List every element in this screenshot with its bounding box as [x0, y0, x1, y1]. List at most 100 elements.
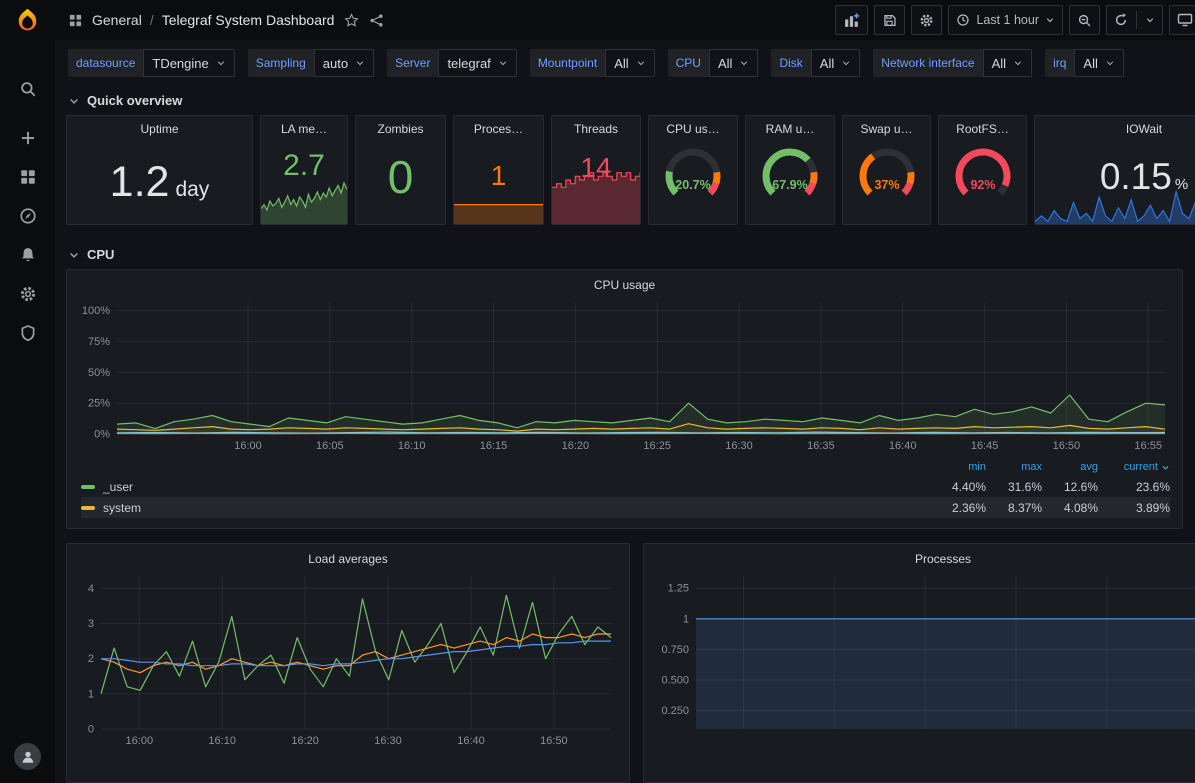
stat-value: 0 [388, 150, 414, 204]
filter-value-dropdown[interactable]: All [1074, 49, 1123, 77]
svg-text:16:10: 16:10 [208, 735, 236, 747]
legend-row-_user[interactable]: _user4.40%31.6%12.6%23.6% [81, 476, 1170, 497]
explore-compass-icon[interactable] [7, 201, 49, 231]
cpu-usage-chart[interactable]: 0%25%50%75%100%16:0016:0516:1016:1516:20… [71, 294, 1175, 456]
share-icon [369, 13, 384, 28]
filter-label[interactable]: CPU [668, 49, 709, 77]
panel-title[interactable]: LA me… [261, 116, 347, 136]
filter-value-dropdown[interactable]: TDengine [143, 49, 234, 77]
series-name: _user [103, 480, 133, 494]
search-icon[interactable] [7, 74, 49, 104]
legend-row-nice[interactable]: nice0.626%4.11%1.18%1.24% [81, 518, 1170, 520]
add-panel-icon [843, 12, 860, 29]
breadcrumb-separator: / [150, 12, 154, 28]
series-current: 23.6% [1098, 480, 1170, 494]
svg-text:16:25: 16:25 [643, 440, 671, 452]
svg-text:67.9%: 67.9% [772, 178, 807, 192]
filter-value-dropdown[interactable]: All [709, 49, 758, 77]
panel-title[interactable]: RAM u… [746, 116, 834, 136]
filter-label[interactable]: Network interface [873, 49, 982, 77]
svg-text:16:05: 16:05 [316, 440, 344, 452]
save-icon [882, 13, 897, 28]
panel-title[interactable]: IOWait [1035, 116, 1195, 136]
breadcrumb-folder[interactable]: General [92, 12, 142, 28]
filter-label[interactable]: Sampling [248, 49, 314, 77]
row-header-quick-overview[interactable]: Quick overview [55, 84, 1195, 115]
legend-sort-avg[interactable]: avg [1042, 461, 1098, 473]
refresh-button[interactable] [1106, 5, 1163, 35]
filter-value-dropdown[interactable]: All [811, 49, 860, 77]
legend-sort-min[interactable]: min [930, 461, 986, 473]
filter-value-dropdown[interactable]: telegraf [438, 49, 516, 77]
series-avg: 12.6% [1042, 480, 1098, 494]
filter-value-dropdown[interactable]: All [605, 49, 654, 77]
svg-text:4: 4 [88, 583, 94, 595]
filter-label[interactable]: Disk [771, 49, 810, 77]
create-plus-icon[interactable] [7, 123, 49, 153]
svg-text:16:10: 16:10 [398, 440, 426, 452]
cycle-view-button[interactable] [1169, 5, 1195, 35]
settings-gear-icon[interactable] [7, 279, 49, 309]
button-divider [1136, 11, 1137, 29]
panel-ram-gauge: RAM u… 67.9% [745, 115, 835, 225]
svg-text:16:40: 16:40 [889, 440, 917, 452]
svg-text:16:40: 16:40 [457, 735, 485, 747]
zoom-out-time-button[interactable] [1069, 5, 1100, 35]
panel-title[interactable]: CPU us… [649, 116, 737, 136]
time-range-picker[interactable]: Last 1 hour [948, 5, 1063, 35]
filter-label[interactable]: Mountpoint [530, 49, 605, 77]
legend-sort-current[interactable]: current [1098, 461, 1170, 473]
star-button[interactable] [344, 13, 359, 28]
panel-uptime: Uptime 1.2 day [66, 115, 253, 225]
panel-title[interactable]: RootFS… [939, 116, 1026, 136]
breadcrumb: General / Telegraf System Dashboard [92, 12, 334, 28]
row-header-cpu[interactable]: CPU [55, 238, 1195, 269]
alerting-bell-icon[interactable] [7, 240, 49, 270]
share-button[interactable] [369, 13, 384, 28]
nav-actions: Last 1 hour [835, 5, 1195, 35]
add-panel-button[interactable] [835, 5, 868, 35]
stat-value: 1.2 [110, 158, 170, 207]
panel-title[interactable]: Proces… [454, 116, 543, 136]
cpu-usage-gauge: 20.7% [655, 145, 731, 203]
filter-label[interactable]: Server [387, 49, 438, 77]
legend-sort-max[interactable]: max [986, 461, 1042, 473]
user-avatar[interactable] [14, 743, 41, 770]
processes-chart[interactable]: 0.2500.5000.75011.25 [648, 568, 1195, 753]
variable-row: datasourceTDengine Samplingauto Servertele… [55, 40, 1195, 84]
svg-text:16:00: 16:00 [234, 440, 262, 452]
svg-text:92%: 92% [970, 178, 995, 192]
panel-title[interactable]: Swap u… [843, 116, 930, 136]
save-dashboard-button[interactable] [874, 5, 905, 35]
filter-mountpoint: MountpointAll [530, 49, 655, 77]
panel-title[interactable]: Zombies [356, 116, 445, 136]
la-sparkline [261, 176, 347, 224]
filter-label[interactable]: datasource [68, 49, 143, 77]
dashboards-icon[interactable] [7, 162, 49, 192]
panel-title[interactable]: Uptime [67, 116, 252, 136]
filter-cpu: CPUAll [668, 49, 759, 77]
monitor-icon [1177, 12, 1193, 28]
series-min: 4.40% [930, 480, 986, 494]
panel-title[interactable]: Load averages [67, 544, 629, 566]
panel-load-averages: Load averages 0123416:0016:1016:2016:301… [66, 543, 630, 783]
panel-title[interactable]: Threads [552, 116, 640, 136]
svg-text:1: 1 [683, 613, 689, 625]
ram-usage-gauge: 67.9% [752, 145, 828, 203]
grafana-logo-icon[interactable] [14, 7, 41, 34]
svg-text:0: 0 [88, 724, 94, 736]
filter-value-dropdown[interactable]: auto [314, 49, 374, 77]
filter-value-dropdown[interactable]: All [983, 49, 1032, 77]
series-name: system [103, 501, 141, 515]
svg-text:16:50: 16:50 [1053, 440, 1081, 452]
dashboard-settings-button[interactable] [911, 5, 942, 35]
panel-title[interactable]: Processes [644, 544, 1195, 566]
legend-row-system[interactable]: system2.36%8.37%4.08%3.89% [81, 497, 1170, 518]
admin-shield-icon[interactable] [7, 318, 49, 348]
panel-rootfs-gauge: RootFS… 92% [938, 115, 1027, 225]
panel-title[interactable]: CPU usage [67, 270, 1182, 292]
filter-label[interactable]: irq [1045, 49, 1074, 77]
filter-datasource: datasourceTDengine [68, 49, 235, 77]
page-title[interactable]: Telegraf System Dashboard [162, 12, 335, 28]
load-averages-chart[interactable]: 0123416:0016:1016:2016:3016:4016:50 [71, 568, 623, 753]
